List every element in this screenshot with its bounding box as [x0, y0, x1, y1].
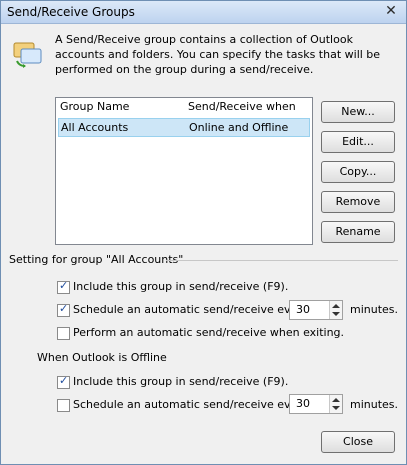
remove-button[interactable]: Remove: [321, 191, 395, 213]
offline-minutes-spinner[interactable]: 30: [289, 394, 343, 414]
online-include-checkbox[interactable]: [57, 279, 70, 294]
title-bar: Send/Receive Groups ✕: [1, 1, 406, 24]
online-include-label: Include this group in send/receive (F9).: [73, 280, 289, 293]
new-button[interactable]: New...: [321, 101, 395, 123]
arrow-down-icon[interactable]: [332, 312, 340, 316]
online-schedule-label: Schedule an automatic send/receive every: [73, 303, 309, 316]
online-minutes-spinner[interactable]: 30: [289, 300, 343, 320]
table-row[interactable]: All Accounts Online and Offline: [58, 118, 310, 137]
arrow-up-icon[interactable]: [332, 398, 340, 402]
header-send-receive-when[interactable]: Send/Receive when: [188, 100, 296, 113]
offline-minutes-unit: minutes.: [350, 398, 399, 411]
setting-separator: [166, 260, 398, 261]
offline-title: When Outlook is Offline: [37, 351, 167, 364]
spin-arrows[interactable]: [329, 395, 342, 413]
setting-group-title: Setting for group "All Accounts": [9, 253, 184, 266]
header-group-name[interactable]: Group Name: [60, 100, 129, 113]
arrow-down-icon[interactable]: [332, 406, 340, 410]
offline-minutes-value: 30: [296, 397, 310, 410]
copy-button[interactable]: Copy...: [321, 161, 395, 183]
row-send-receive-when: Online and Offline: [189, 121, 289, 134]
window-title: Send/Receive Groups: [7, 5, 135, 19]
groups-list[interactable]: Group Name Send/Receive when All Account…: [55, 97, 313, 245]
send-receive-groups-icon: [13, 42, 42, 68]
close-icon[interactable]: ✕: [384, 3, 398, 19]
offline-include-label: Include this group in send/receive (F9).: [73, 375, 289, 388]
exit-sendreceive-label: Perform an automatic send/receive when e…: [73, 326, 345, 339]
exit-sendreceive-checkbox[interactable]: [57, 327, 70, 340]
online-minutes-unit: minutes.: [350, 303, 399, 316]
offline-schedule-checkbox[interactable]: [57, 399, 70, 412]
online-minutes-value: 30: [296, 303, 310, 316]
edit-button[interactable]: Edit...: [321, 131, 395, 153]
row-group-name: All Accounts: [61, 121, 129, 134]
spin-arrows[interactable]: [329, 301, 342, 319]
description-text: A Send/Receive group contains a collecti…: [55, 33, 381, 76]
offline-schedule-label: Schedule an automatic send/receive every: [73, 398, 309, 411]
offline-include-checkbox[interactable]: [57, 374, 70, 389]
dialog-window: Send/Receive Groups ✕ A Send/Receive gro…: [0, 0, 407, 465]
close-button[interactable]: Close: [321, 431, 395, 453]
rename-button[interactable]: Rename: [321, 221, 395, 243]
arrow-up-icon[interactable]: [332, 304, 340, 308]
online-schedule-checkbox[interactable]: [57, 302, 70, 317]
